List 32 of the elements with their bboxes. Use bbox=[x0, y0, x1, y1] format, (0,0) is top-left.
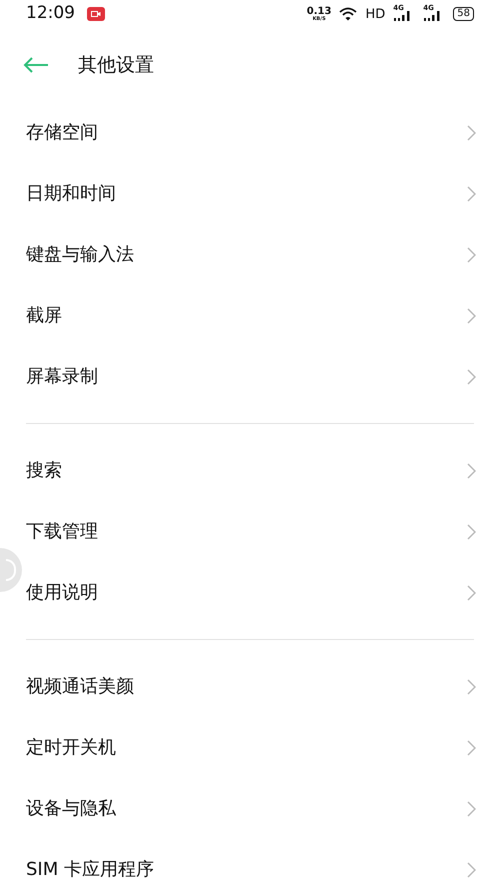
back-arrow-icon bbox=[23, 57, 49, 73]
chevron-right-icon bbox=[467, 246, 476, 262]
settings-item[interactable]: 定时开关机 bbox=[26, 717, 476, 778]
settings-item[interactable]: 键盘与输入法 bbox=[26, 224, 476, 285]
settings-item[interactable]: 存储空间 bbox=[26, 102, 476, 163]
chevron-right-icon bbox=[467, 678, 476, 694]
settings-item[interactable]: 搜索 bbox=[26, 440, 476, 501]
settings-item[interactable]: 使用说明 bbox=[26, 562, 476, 623]
chevron-right-icon bbox=[467, 524, 476, 540]
settings-item[interactable]: 屏幕录制 bbox=[26, 346, 476, 407]
network-speed: 0.13 bbox=[306, 6, 332, 16]
settings-item[interactable]: 设备与隐私 bbox=[26, 778, 476, 839]
chevron-right-icon bbox=[467, 186, 476, 202]
chevron-right-icon bbox=[467, 800, 476, 816]
chevron-right-icon bbox=[467, 462, 476, 478]
chevron-right-icon bbox=[467, 584, 476, 600]
hd-label: HD bbox=[365, 8, 386, 20]
battery-icon: 58 bbox=[453, 7, 474, 21]
screen-record-icon bbox=[87, 7, 105, 21]
chevron-right-icon bbox=[467, 740, 476, 756]
settings-item[interactable]: 视频通话美颜 bbox=[26, 656, 476, 717]
wifi-icon bbox=[339, 7, 358, 21]
chevron-right-icon bbox=[467, 308, 476, 324]
chevron-right-icon bbox=[467, 862, 476, 878]
settings-item[interactable]: 截屏 bbox=[26, 285, 476, 346]
settings-item[interactable]: 日期和时间 bbox=[26, 163, 476, 224]
clock-time: 12:09 bbox=[26, 2, 75, 26]
settings-item[interactable]: 下载管理 bbox=[26, 501, 476, 562]
settings-item[interactable]: SIM 卡应用程序 bbox=[26, 839, 476, 889]
page-title: 其他设置 bbox=[78, 52, 154, 78]
chevron-right-icon bbox=[467, 368, 476, 384]
chevron-right-icon bbox=[467, 124, 476, 140]
